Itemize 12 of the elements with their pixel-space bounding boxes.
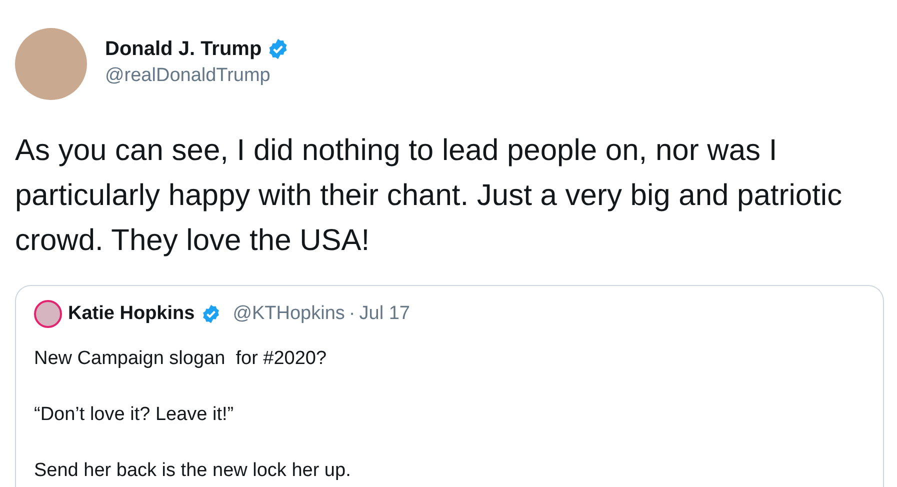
quoted-handle: @KTHopkins — [232, 303, 345, 325]
quoted-avatar — [34, 300, 62, 328]
quoted-author-name: Katie Hopkins — [68, 303, 195, 325]
quoted-tweet-card[interactable]: Katie Hopkins @KTHopkins · Jul 17 New Campaign slogan for #2020? “Don’t love it? Leave it!” Send her back is the new lock her up. — [15, 285, 884, 487]
quoted-text: Send her back is the new lock her up. — [34, 459, 352, 483]
separator: · — [348, 303, 356, 325]
quoted-text: New Campaign slogan for #2020? — [34, 347, 328, 371]
quoted-text: “Don’t love it? Leave it!” — [34, 403, 235, 427]
author-handle[interactable]: @realDonaldTrump — [105, 64, 289, 86]
quoted-date: Jul 17 — [359, 303, 410, 325]
tweet-text: As you can see, I did nothing to lead people on, nor was I particularly happy with their chant. Just a very big and patriotic crowd. They love the USA! — [15, 133, 844, 259]
author-name[interactable]: Donald J. Trump — [105, 38, 262, 60]
